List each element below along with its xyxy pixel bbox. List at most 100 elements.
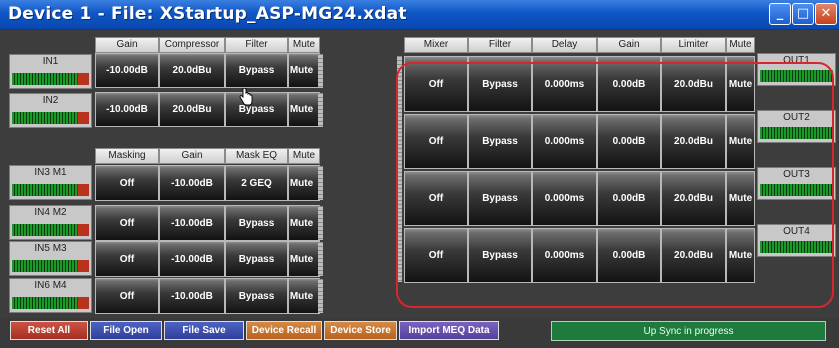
close-icon[interactable]: ✕ [815, 3, 837, 25]
header-filter: Filter [225, 37, 288, 53]
out4-gain-button[interactable]: 0.00dB [597, 228, 661, 283]
in2-mute-button[interactable]: Mute [288, 92, 320, 127]
level-meter [12, 297, 89, 309]
m3-gain-button[interactable]: -10.00dB [159, 241, 225, 277]
header-gain: Gain [95, 37, 159, 53]
out2-limiter-button[interactable]: 20.0dBu [661, 114, 726, 169]
maximize-icon[interactable]: □ [792, 3, 814, 25]
channel-label: OUT2 [783, 112, 810, 123]
out3-limiter-button[interactable]: 20.0dBu [661, 171, 726, 226]
channel-in1: IN1 [9, 54, 92, 89]
m1-mask-eq-button[interactable]: 2 GEQ [225, 165, 288, 201]
in1-compressor-button[interactable]: 20.0dBu [159, 53, 225, 88]
m1-masking-button[interactable]: Off [95, 165, 159, 201]
out4-filter-button[interactable]: Bypass [468, 228, 532, 283]
minimize-icon[interactable]: _ [769, 3, 791, 25]
window-title: Device 1 - File: XStartup_ASP-MG24.xdat [8, 4, 407, 24]
out1-limiter-button[interactable]: 20.0dBu [661, 56, 726, 112]
channel-label: OUT3 [783, 169, 810, 180]
channel-label: IN2 [42, 95, 59, 106]
m2-mask-eq-button[interactable]: Bypass [225, 205, 288, 241]
channel-in2: IN2 [9, 93, 92, 128]
import-meq-data-button[interactable]: Import MEQ Data [399, 321, 499, 340]
out1-mute-button[interactable]: Mute [726, 56, 755, 112]
level-meter [12, 73, 89, 85]
m2-masking-button[interactable]: Off [95, 205, 159, 241]
sync-status-bar: Up Sync in progress [551, 321, 826, 341]
channel-label: OUT4 [783, 226, 810, 237]
header-mixer: Mixer [404, 37, 468, 53]
header-compressor: Compressor [159, 37, 225, 53]
reset-all-button[interactable]: Reset All [10, 321, 88, 340]
out3-filter-button[interactable]: Bypass [468, 171, 532, 226]
in1-mute-button[interactable]: Mute [288, 53, 320, 88]
level-meter [12, 112, 89, 124]
out2-delay-button[interactable]: 0.000ms [532, 114, 597, 169]
m4-mute-meter [318, 279, 323, 313]
level-meter [760, 127, 833, 139]
out2-mixer-button[interactable]: Off [404, 114, 468, 169]
out4-limiter-button[interactable]: 20.0dBu [661, 228, 726, 283]
hand-cursor-icon [239, 88, 253, 106]
m4-masking-button[interactable]: Off [95, 278, 159, 314]
header-mic-gain: Gain [159, 148, 225, 164]
channel-label: IN6 M4 [34, 280, 67, 291]
out1-delay-button[interactable]: 0.000ms [532, 56, 597, 112]
level-meter [760, 70, 833, 82]
m1-mute-meter [318, 166, 323, 200]
out3-mute-button[interactable]: Mute [726, 171, 755, 226]
main-panel: Gain Compressor Filter Mute IN1 -10.00dB… [0, 30, 839, 318]
header-masking: Masking [95, 148, 159, 164]
m2-gain-button[interactable]: -10.00dB [159, 205, 225, 241]
bottom-toolbar: Reset All File Open File Save Device Rec… [0, 318, 839, 348]
level-meter [12, 260, 89, 272]
out1-filter-button[interactable]: Bypass [468, 56, 532, 112]
out3-delay-button[interactable]: 0.000ms [532, 171, 597, 226]
m3-mute-button[interactable]: Mute [288, 241, 320, 277]
header-mic-mute: Mute [288, 148, 320, 164]
file-save-button[interactable]: File Save [164, 321, 244, 340]
out4-mixer-button[interactable]: Off [404, 228, 468, 283]
level-meter [12, 184, 89, 196]
in2-filter-button[interactable]: Bypass [225, 92, 288, 127]
out1-mixer-button[interactable]: Off [404, 56, 468, 112]
m1-mute-button[interactable]: Mute [288, 165, 320, 201]
out2-filter-button[interactable]: Bypass [468, 114, 532, 169]
in1-filter-button[interactable]: Bypass [225, 53, 288, 88]
m3-mute-meter [318, 242, 323, 276]
title-bar: Device 1 - File: XStartup_ASP-MG24.xdat … [0, 0, 839, 30]
device-store-button[interactable]: Device Store [324, 321, 397, 340]
in2-gain-button[interactable]: -10.00dB [95, 92, 159, 127]
out2-gain-button[interactable]: 0.00dB [597, 114, 661, 169]
m4-mute-button[interactable]: Mute [288, 278, 320, 314]
in1-gain-button[interactable]: -10.00dB [95, 53, 159, 88]
out4-mute-button[interactable]: Mute [726, 228, 755, 283]
channel-out1: OUT1 [757, 53, 836, 86]
channel-in3-m1: IN3 M1 [9, 165, 92, 200]
channel-in6-m4: IN6 M4 [9, 278, 92, 313]
level-meter [12, 224, 89, 236]
out1-gain-button[interactable]: 0.00dB [597, 56, 661, 112]
m4-mask-eq-button[interactable]: Bypass [225, 278, 288, 314]
out3-gain-button[interactable]: 0.00dB [597, 171, 661, 226]
channel-label: IN3 M1 [34, 167, 67, 178]
header-delay: Delay [532, 37, 597, 53]
channel-out2: OUT2 [757, 110, 836, 143]
out4-delay-button[interactable]: 0.000ms [532, 228, 597, 283]
file-open-button[interactable]: File Open [90, 321, 162, 340]
in2-compressor-button[interactable]: 20.0dBu [159, 92, 225, 127]
m2-mute-button[interactable]: Mute [288, 205, 320, 241]
out2-mute-button[interactable]: Mute [726, 114, 755, 169]
channel-out3: OUT3 [757, 167, 836, 200]
out3-mixer-button[interactable]: Off [404, 171, 468, 226]
header-mute: Mute [288, 37, 320, 53]
m1-gain-button[interactable]: -10.00dB [159, 165, 225, 201]
m3-masking-button[interactable]: Off [95, 241, 159, 277]
m4-gain-button[interactable]: -10.00dB [159, 278, 225, 314]
channel-label: OUT1 [783, 55, 810, 66]
device-recall-button[interactable]: Device Recall [246, 321, 322, 340]
channel-in5-m3: IN5 M3 [9, 241, 92, 276]
header-out-filter: Filter [468, 37, 532, 53]
channel-out4: OUT4 [757, 224, 836, 257]
m3-mask-eq-button[interactable]: Bypass [225, 241, 288, 277]
